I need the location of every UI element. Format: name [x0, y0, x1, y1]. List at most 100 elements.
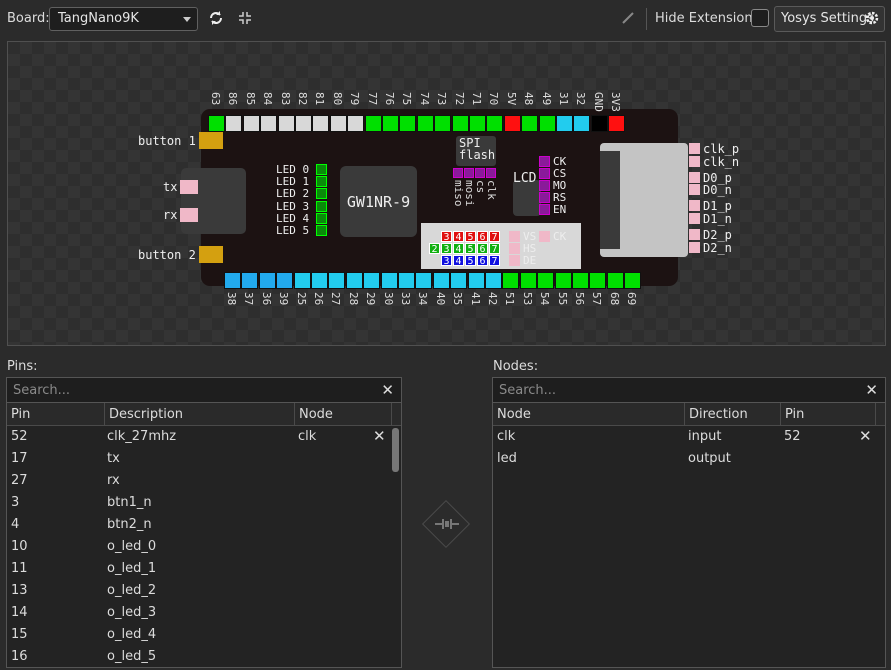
table-row[interactable]: led output [493, 448, 885, 470]
pins-search-input[interactable]: Search... ✕ [7, 378, 401, 403]
button2-pad[interactable] [199, 246, 223, 263]
lcd-pin[interactable] [539, 204, 550, 215]
rgb-pin[interactable]: 4 [453, 231, 464, 243]
board-select[interactable]: TangNano9K [49, 7, 198, 31]
bottom-pin[interactable] [241, 272, 259, 289]
table-row[interactable]: 52 clk_27mhz clk ✕ [7, 426, 401, 448]
bottom-pin[interactable] [311, 272, 328, 289]
rgb-pin[interactable]: 4 [453, 255, 464, 267]
rgb-pin[interactable]: 7 [489, 243, 500, 255]
spi-pin[interactable] [453, 168, 463, 178]
col-pin[interactable]: Pin [7, 403, 30, 426]
table-row[interactable]: clk input 52 ✕ [493, 426, 885, 448]
pins-scrollbar[interactable] [392, 428, 399, 472]
rgb-pin[interactable]: 5 [465, 231, 476, 243]
top-pin[interactable] [469, 115, 486, 132]
rgb-pin[interactable]: 6 [477, 243, 488, 255]
bottom-pin[interactable] [572, 272, 589, 289]
rgb-pin[interactable]: 3 [441, 255, 452, 267]
bottom-pin[interactable] [537, 272, 555, 289]
col-node[interactable]: Node [294, 403, 333, 426]
hdmi-pin[interactable] [689, 171, 700, 183]
top-pin[interactable] [208, 115, 225, 132]
col-node[interactable]: Node [493, 403, 531, 426]
table-row[interactable]: 27 rx [7, 470, 401, 492]
lcd-pin[interactable] [539, 168, 550, 179]
spi-pin[interactable] [475, 168, 485, 178]
rgb-pin[interactable]: 7 [489, 255, 500, 267]
hdmi-pin[interactable] [689, 228, 700, 240]
bottom-pin[interactable] [363, 272, 381, 289]
rgb-extra-pin[interactable] [509, 231, 520, 242]
top-pin[interactable] [260, 115, 278, 132]
bottom-pin[interactable] [432, 272, 450, 289]
top-pin[interactable] [451, 115, 469, 132]
col-pin[interactable]: Pin [780, 403, 804, 426]
top-pin[interactable] [277, 115, 295, 132]
top-pin[interactable] [608, 115, 626, 132]
bottom-pin[interactable] [519, 272, 537, 289]
bottom-pin[interactable] [502, 272, 520, 289]
close-icon[interactable]: ✕ [381, 381, 394, 399]
bottom-pin[interactable] [624, 272, 642, 289]
bottom-pin[interactable] [345, 272, 363, 289]
top-pin[interactable] [538, 115, 556, 132]
bottom-pin[interactable] [589, 272, 607, 289]
rgb-pin[interactable]: 4 [453, 243, 464, 255]
hdmi-pin[interactable] [689, 200, 700, 212]
bottom-pin[interactable] [293, 272, 311, 289]
bottom-pin[interactable] [415, 272, 433, 289]
top-pin[interactable] [590, 115, 608, 132]
refresh-icon[interactable] [206, 8, 226, 28]
close-icon[interactable]: ✕ [373, 427, 386, 445]
rgb-pin[interactable]: 3 [441, 231, 452, 243]
yosys-settings-button[interactable]: Yosys Settings [774, 6, 885, 32]
rgb-extra-pin[interactable] [509, 243, 520, 254]
bottom-pin[interactable] [554, 272, 572, 289]
top-pin[interactable] [242, 115, 260, 132]
top-pin[interactable] [295, 115, 312, 132]
table-row[interactable]: 14 o_led_3 [7, 602, 401, 624]
lcd-pin[interactable] [539, 156, 550, 167]
led-pin[interactable] [316, 225, 327, 236]
led-pin[interactable] [316, 164, 327, 175]
top-pin[interactable] [416, 115, 434, 132]
top-pin[interactable] [434, 115, 452, 132]
rgb-pin[interactable]: 5 [465, 243, 476, 255]
rgb-extra-pin[interactable] [509, 255, 520, 266]
bottom-pin[interactable] [450, 272, 468, 289]
top-pin[interactable] [347, 115, 365, 132]
top-pin[interactable] [521, 115, 539, 132]
led-pin[interactable] [316, 188, 327, 200]
top-pin[interactable] [486, 115, 504, 132]
top-pin[interactable] [312, 115, 330, 132]
collapse-icon[interactable] [235, 8, 255, 28]
rgb-pin[interactable]: 3 [441, 243, 452, 255]
table-row[interactable]: 4 btn2_n [7, 514, 401, 536]
top-pin[interactable] [225, 115, 243, 132]
table-row[interactable]: 13 o_led_2 [7, 580, 401, 602]
top-pin[interactable] [364, 115, 382, 132]
bottom-pin[interactable] [224, 272, 241, 289]
col-direction[interactable]: Direction [684, 403, 748, 426]
rgb-pin[interactable]: 6 [477, 231, 488, 243]
bottom-pin[interactable] [485, 272, 502, 289]
rgb-pin[interactable]: 2 [429, 243, 440, 255]
bottom-pin[interactable] [276, 272, 294, 289]
top-pin[interactable] [329, 115, 347, 132]
tx-pin[interactable] [180, 180, 198, 194]
top-pin[interactable] [556, 115, 573, 132]
spi-pin[interactable] [486, 168, 496, 178]
bottom-pin[interactable] [398, 272, 415, 289]
led-pin[interactable] [316, 200, 327, 212]
table-row[interactable]: 11 o_led_1 [7, 558, 401, 580]
board-canvas[interactable]: 63 86 85 84 83 82 81 80 79 77 76 75 74 73 72 71 70 5V 48 49… [7, 41, 886, 346]
top-pin[interactable] [382, 115, 399, 132]
table-row[interactable]: 3 btn1_n [7, 492, 401, 514]
bottom-pin[interactable] [328, 272, 346, 289]
close-icon[interactable]: ✕ [859, 427, 872, 445]
hdmi-pin[interactable] [689, 184, 700, 196]
bottom-pin[interactable] [380, 272, 398, 289]
button1-pad[interactable] [199, 132, 223, 149]
rgb-pin[interactable]: 7 [489, 231, 500, 243]
